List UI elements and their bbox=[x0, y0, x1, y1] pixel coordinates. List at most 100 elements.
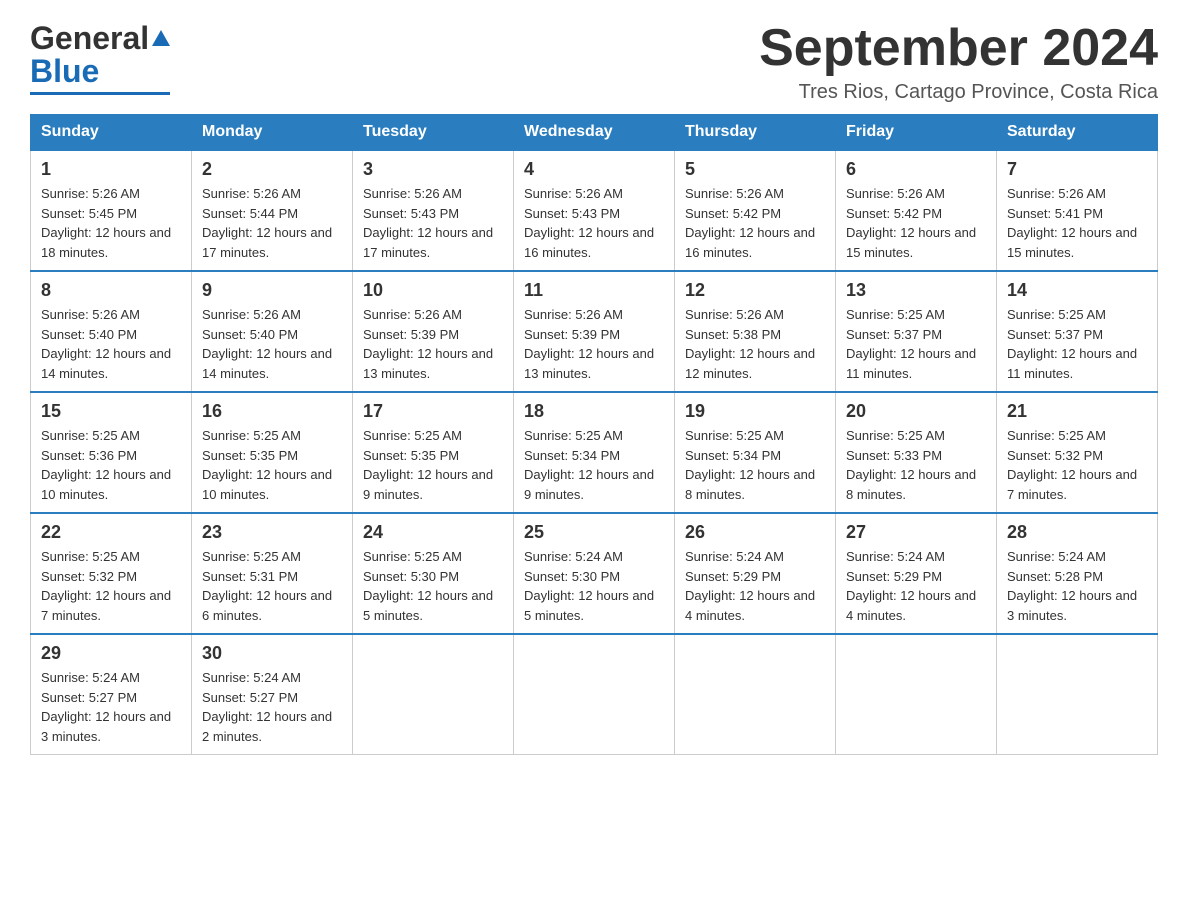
calendar-day-cell: 4Sunrise: 5:26 AMSunset: 5:43 PMDaylight… bbox=[514, 150, 675, 271]
day-info: Sunrise: 5:26 AMSunset: 5:40 PMDaylight:… bbox=[202, 305, 342, 383]
calendar-empty-cell bbox=[514, 634, 675, 755]
day-info: Sunrise: 5:25 AMSunset: 5:31 PMDaylight:… bbox=[202, 547, 342, 625]
calendar-empty-cell bbox=[675, 634, 836, 755]
day-info: Sunrise: 5:26 AMSunset: 5:43 PMDaylight:… bbox=[524, 184, 664, 262]
calendar-day-cell: 7 Sunrise: 5:26 AMSunset: 5:41 PMDaylight… bbox=[997, 150, 1158, 271]
calendar-week-row: 29 Sunrise: 5:24 AMSunset: 5:27 PMDayligh… bbox=[31, 634, 1158, 755]
calendar-day-cell: 12Sunrise: 5:26 AMSunset: 5:38 PMDayligh… bbox=[675, 271, 836, 392]
day-number: 3 bbox=[363, 159, 503, 180]
day-number: 5 bbox=[685, 159, 825, 180]
calendar-day-cell: 21 Sunrise: 5:25 AMSunset: 5:32 PMDayligh… bbox=[997, 392, 1158, 513]
day-info: Sunrise: 5:25 AMSunset: 5:36 PMDaylight:… bbox=[41, 426, 181, 504]
location: Tres Rios, Cartago Province, Costa Rica bbox=[759, 81, 1158, 104]
day-info: Sunrise: 5:26 AMSunset: 5:45 PMDaylight:… bbox=[41, 184, 181, 262]
day-number: 16 bbox=[202, 401, 342, 422]
day-info: Sunrise: 5:24 AMSunset: 5:29 PMDaylight:… bbox=[846, 547, 986, 625]
day-info: Sunrise: 5:26 AMSunset: 5:41 PMDaylight:… bbox=[1007, 184, 1147, 262]
day-number: 13 bbox=[846, 280, 986, 301]
calendar-day-cell: 11 Sunrise: 5:26 AMSunset: 5:39 PMDayligh… bbox=[514, 271, 675, 392]
calendar-header-saturday: Saturday bbox=[997, 115, 1158, 151]
day-info: Sunrise: 5:24 AMSunset: 5:27 PMDaylight:… bbox=[41, 668, 181, 746]
day-info: Sunrise: 5:25 AMSunset: 5:37 PMDaylight:… bbox=[846, 305, 986, 383]
day-info: Sunrise: 5:24 AMSunset: 5:30 PMDaylight:… bbox=[524, 547, 664, 625]
calendar-week-row: 22 Sunrise: 5:25 AMSunset: 5:32 PMDayligh… bbox=[31, 513, 1158, 634]
calendar-day-cell: 25 Sunrise: 5:24 AMSunset: 5:30 PMDayligh… bbox=[514, 513, 675, 634]
calendar-day-cell: 19Sunrise: 5:25 AMSunset: 5:34 PMDayligh… bbox=[675, 392, 836, 513]
day-info: Sunrise: 5:24 AMSunset: 5:27 PMDaylight:… bbox=[202, 668, 342, 746]
calendar-week-row: 15 Sunrise: 5:25 AMSunset: 5:36 PMDayligh… bbox=[31, 392, 1158, 513]
calendar-day-cell: 28 Sunrise: 5:24 AMSunset: 5:28 PMDayligh… bbox=[997, 513, 1158, 634]
day-info: Sunrise: 5:26 AMSunset: 5:40 PMDaylight:… bbox=[41, 305, 181, 383]
day-number: 9 bbox=[202, 280, 342, 301]
calendar-day-cell: 26 Sunrise: 5:24 AMSunset: 5:29 PMDayligh… bbox=[675, 513, 836, 634]
logo-blue-text: Blue bbox=[30, 53, 99, 90]
calendar-day-cell: 27 Sunrise: 5:24 AMSunset: 5:29 PMDayligh… bbox=[836, 513, 997, 634]
calendar-day-cell: 3 Sunrise: 5:26 AMSunset: 5:43 PMDaylight… bbox=[353, 150, 514, 271]
day-info: Sunrise: 5:26 AMSunset: 5:43 PMDaylight:… bbox=[363, 184, 503, 262]
calendar-day-cell: 2 Sunrise: 5:26 AMSunset: 5:44 PMDaylight… bbox=[192, 150, 353, 271]
calendar-day-cell: 9 Sunrise: 5:26 AMSunset: 5:40 PMDaylight… bbox=[192, 271, 353, 392]
day-number: 18 bbox=[524, 401, 664, 422]
day-info: Sunrise: 5:26 AMSunset: 5:42 PMDaylight:… bbox=[846, 184, 986, 262]
calendar-day-cell: 6 Sunrise: 5:26 AMSunset: 5:42 PMDaylight… bbox=[836, 150, 997, 271]
calendar-day-cell: 10 Sunrise: 5:26 AMSunset: 5:39 PMDayligh… bbox=[353, 271, 514, 392]
day-info: Sunrise: 5:26 AMSunset: 5:39 PMDaylight:… bbox=[363, 305, 503, 383]
calendar-table: SundayMondayTuesdayWednesdayThursdayFrid… bbox=[30, 114, 1158, 755]
day-number: 8 bbox=[41, 280, 181, 301]
day-number: 25 bbox=[524, 522, 664, 543]
day-number: 11 bbox=[524, 280, 664, 301]
calendar-header-friday: Friday bbox=[836, 115, 997, 151]
day-info: Sunrise: 5:25 AMSunset: 5:33 PMDaylight:… bbox=[846, 426, 986, 504]
day-info: Sunrise: 5:25 AMSunset: 5:32 PMDaylight:… bbox=[1007, 426, 1147, 504]
day-number: 21 bbox=[1007, 401, 1147, 422]
day-info: Sunrise: 5:26 AMSunset: 5:39 PMDaylight:… bbox=[524, 305, 664, 383]
day-number: 28 bbox=[1007, 522, 1147, 543]
day-number: 27 bbox=[846, 522, 986, 543]
calendar-empty-cell bbox=[353, 634, 514, 755]
month-title: September 2024 bbox=[759, 20, 1158, 77]
logo-general-text: General bbox=[30, 20, 149, 57]
calendar-header-row: SundayMondayTuesdayWednesdayThursdayFrid… bbox=[31, 115, 1158, 151]
calendar-week-row: 1 Sunrise: 5:26 AMSunset: 5:45 PMDaylight… bbox=[31, 150, 1158, 271]
calendar-header-wednesday: Wednesday bbox=[514, 115, 675, 151]
logo-underline bbox=[30, 92, 170, 95]
day-info: Sunrise: 5:26 AMSunset: 5:44 PMDaylight:… bbox=[202, 184, 342, 262]
calendar-empty-cell bbox=[997, 634, 1158, 755]
calendar-day-cell: 30 Sunrise: 5:24 AMSunset: 5:27 PMDayligh… bbox=[192, 634, 353, 755]
day-number: 24 bbox=[363, 522, 503, 543]
calendar-day-cell: 8 Sunrise: 5:26 AMSunset: 5:40 PMDaylight… bbox=[31, 271, 192, 392]
calendar-day-cell: 16 Sunrise: 5:25 AMSunset: 5:35 PMDayligh… bbox=[192, 392, 353, 513]
day-number: 17 bbox=[363, 401, 503, 422]
day-number: 2 bbox=[202, 159, 342, 180]
day-info: Sunrise: 5:24 AMSunset: 5:29 PMDaylight:… bbox=[685, 547, 825, 625]
day-number: 14 bbox=[1007, 280, 1147, 301]
day-number: 1 bbox=[41, 159, 181, 180]
day-number: 10 bbox=[363, 280, 503, 301]
day-number: 26 bbox=[685, 522, 825, 543]
day-info: Sunrise: 5:25 AMSunset: 5:35 PMDaylight:… bbox=[202, 426, 342, 504]
page-header: General Blue September 2024 Tres Rios, C… bbox=[30, 20, 1158, 104]
logo-triangle-icon bbox=[152, 30, 170, 46]
day-number: 19 bbox=[685, 401, 825, 422]
day-number: 22 bbox=[41, 522, 181, 543]
calendar-day-cell: 22 Sunrise: 5:25 AMSunset: 5:32 PMDayligh… bbox=[31, 513, 192, 634]
day-info: Sunrise: 5:25 AMSunset: 5:30 PMDaylight:… bbox=[363, 547, 503, 625]
day-number: 7 bbox=[1007, 159, 1147, 180]
day-number: 29 bbox=[41, 643, 181, 664]
calendar-day-cell: 23Sunrise: 5:25 AMSunset: 5:31 PMDayligh… bbox=[192, 513, 353, 634]
day-info: Sunrise: 5:25 AMSunset: 5:32 PMDaylight:… bbox=[41, 547, 181, 625]
day-info: Sunrise: 5:26 AMSunset: 5:38 PMDaylight:… bbox=[685, 305, 825, 383]
calendar-day-cell: 5Sunrise: 5:26 AMSunset: 5:42 PMDaylight… bbox=[675, 150, 836, 271]
calendar-day-cell: 13 Sunrise: 5:25 AMSunset: 5:37 PMDayligh… bbox=[836, 271, 997, 392]
calendar-day-cell: 1 Sunrise: 5:26 AMSunset: 5:45 PMDaylight… bbox=[31, 150, 192, 271]
day-info: Sunrise: 5:25 AMSunset: 5:34 PMDaylight:… bbox=[524, 426, 664, 504]
calendar-day-cell: 24 Sunrise: 5:25 AMSunset: 5:30 PMDayligh… bbox=[353, 513, 514, 634]
day-number: 6 bbox=[846, 159, 986, 180]
calendar-day-cell: 29 Sunrise: 5:24 AMSunset: 5:27 PMDayligh… bbox=[31, 634, 192, 755]
day-number: 15 bbox=[41, 401, 181, 422]
day-number: 20 bbox=[846, 401, 986, 422]
calendar-header-monday: Monday bbox=[192, 115, 353, 151]
day-number: 30 bbox=[202, 643, 342, 664]
day-info: Sunrise: 5:24 AMSunset: 5:28 PMDaylight:… bbox=[1007, 547, 1147, 625]
calendar-day-cell: 18 Sunrise: 5:25 AMSunset: 5:34 PMDayligh… bbox=[514, 392, 675, 513]
